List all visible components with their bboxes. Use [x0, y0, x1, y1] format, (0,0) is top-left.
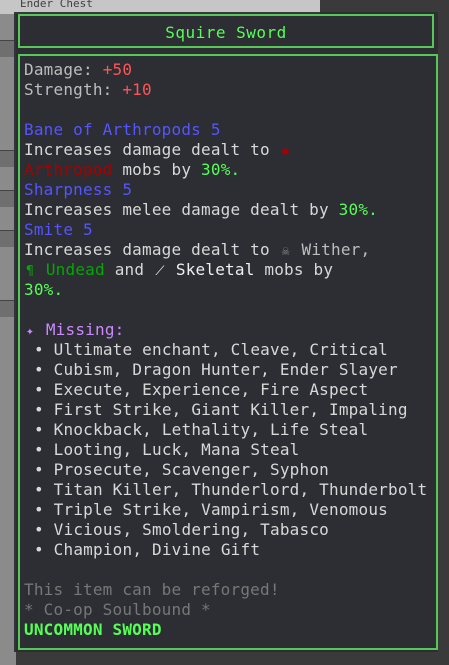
strength-value: +10	[122, 80, 152, 99]
missing-enchant-item: • Knockback, Lethality, Life Steal	[34, 420, 369, 439]
missing-enchant-item: • Ultimate enchant, Cleave, Critical	[34, 340, 388, 359]
damage-stat: Damage: +50	[24, 60, 133, 79]
enchant-description: Increases damage dealt to ☠ Wither,	[24, 240, 436, 260]
zombie-icon: ¶	[25, 264, 35, 279]
inventory-slot[interactable]	[0, 300, 14, 317]
enchant-description: Increases melee damage dealt by 30%.	[24, 200, 379, 219]
enchant-name: Bane of Arthropods 5	[24, 120, 221, 139]
missing-enchant-item: • Vicious, Smoldering, Tabasco	[34, 520, 329, 539]
tooltip-header: Squire Sword	[18, 14, 434, 48]
reforge-note: This item can be reforged!	[24, 580, 280, 599]
item-tooltip: Squire Sword Damage: +50 Strength: +10 B…	[14, 12, 438, 652]
missing-enchant-item: • Triple Strike, Vampirism, Venomous	[34, 500, 388, 519]
enchant-description: Increases damage dealt to ✱	[24, 140, 436, 160]
inventory-slot[interactable]	[0, 150, 14, 167]
missing-enchant-item: • Champion, Divine Gift	[34, 540, 261, 559]
missing-header: ✦ Missing:	[24, 320, 436, 340]
missing-enchant-item: • Cubism, Dragon Hunter, Ender Slayer	[34, 360, 398, 379]
enchant-name: Smite 5	[24, 220, 93, 239]
missing-enchant-item: • First Strike, Giant Killer, Impaling	[34, 400, 408, 419]
star-icon: ✦	[25, 324, 35, 339]
missing-enchant-item: • Titan Killer, Thunderlord, Thunderbolt	[34, 480, 428, 499]
missing-enchant-item: • Looting, Luck, Mana Steal	[34, 440, 300, 459]
missing-enchant-item: • Prosecute, Scavenger, Syphon	[34, 460, 329, 479]
strength-stat: Strength: +10	[24, 80, 152, 99]
inventory-title: Ender Chest	[20, 0, 93, 10]
inventory-slot[interactable]	[0, 190, 14, 207]
bone-icon: ⟋	[155, 264, 165, 279]
damage-value: +50	[102, 60, 133, 79]
tooltip-lore: Damage: +50 Strength: +10 Bane of Arthro…	[24, 60, 436, 640]
enchant-description: Arthropod mobs by 30%.	[24, 160, 241, 179]
inventory-slot[interactable]	[0, 230, 14, 247]
enchant-description: 30%.	[24, 280, 64, 299]
soulbound-note: * Co-op Soulbound *	[24, 600, 211, 619]
inventory-slot[interactable]	[0, 40, 14, 57]
skull-icon: ☠	[281, 244, 290, 259]
enchant-name: Sharpness 5	[24, 180, 133, 199]
enchant-description: ¶ Undead and ⟋ Skeletal mobs by	[24, 260, 436, 280]
missing-enchant-list: • Ultimate enchant, Cleave, Critical • Cu…	[24, 340, 436, 560]
item-name: Squire Sword	[165, 23, 287, 42]
rarity-label: UNCOMMON SWORD	[24, 620, 162, 639]
missing-enchant-item: • Execute, Experience, Fire Aspect	[34, 380, 369, 399]
spider-icon: ✱	[281, 144, 290, 159]
